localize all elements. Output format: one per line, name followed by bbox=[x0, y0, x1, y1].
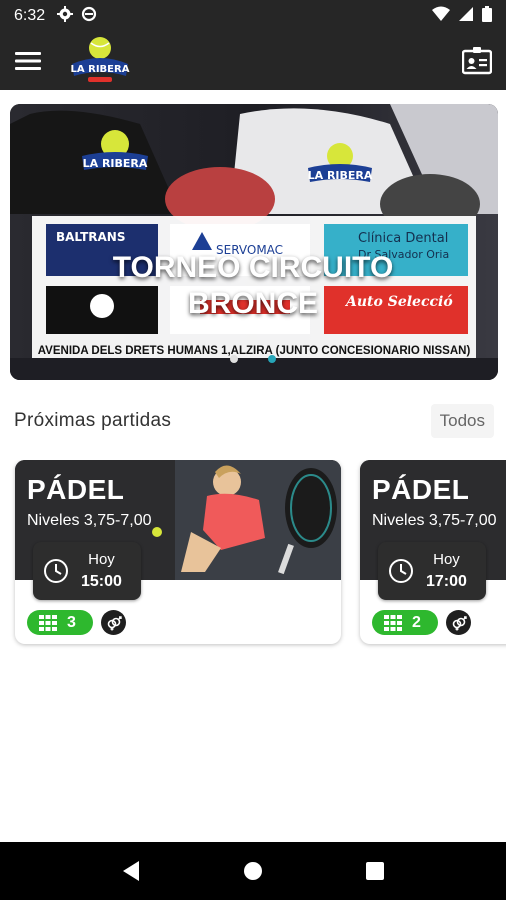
courts-badge: 2 bbox=[372, 610, 438, 635]
nav-recents-button[interactable] bbox=[355, 851, 395, 891]
app-bar: LA RIBERA bbox=[0, 32, 506, 90]
match-levels: Niveles 3,75-7,00 bbox=[27, 512, 152, 529]
nav-back-button[interactable] bbox=[111, 851, 151, 891]
home-icon bbox=[244, 862, 262, 880]
match-card[interactable]: PÁDEL Niveles 3,75-7,00 Hoy 15:00 3 bbox=[15, 460, 341, 644]
back-icon bbox=[123, 861, 139, 881]
upcoming-matches-header: Próximas partidas Todos bbox=[14, 404, 494, 438]
banner-title: TORNEO CIRCUITO BRONCE bbox=[0, 250, 506, 322]
sponsor-clinica: Clínica Dental bbox=[358, 231, 448, 246]
match-time-box: Hoy 17:00 bbox=[378, 542, 486, 600]
hamburger-menu-icon bbox=[15, 52, 41, 70]
promo-banner[interactable]: LA RIBERA LA RIBERA BALTRANS SERVOMAC Cl… bbox=[10, 104, 498, 380]
banner-title-line2: BRONCE bbox=[187, 287, 318, 320]
wifi-icon bbox=[432, 6, 450, 27]
data-saver-icon bbox=[81, 6, 97, 27]
id-card-icon bbox=[462, 47, 492, 75]
grid-icon bbox=[39, 614, 57, 631]
mixed-gender-icon bbox=[446, 610, 471, 635]
system-nav-bar bbox=[0, 842, 506, 900]
status-bar: 6:32 bbox=[0, 0, 506, 32]
menu-button[interactable] bbox=[12, 45, 44, 77]
match-sport: PÁDEL bbox=[27, 474, 125, 505]
gear-icon bbox=[57, 5, 74, 27]
courts-badge: 3 bbox=[27, 610, 93, 635]
courts-count: 3 bbox=[67, 613, 76, 631]
grid-icon bbox=[384, 614, 402, 631]
shirt-logo-text-2: LA RIBERA bbox=[308, 169, 373, 182]
app-logo[interactable]: LA RIBERA bbox=[64, 34, 136, 88]
shirt-logo-text: LA RIBERA bbox=[83, 157, 148, 170]
matches-carousel[interactable]: PÁDEL Niveles 3,75-7,00 Hoy 15:00 3 PÁDE… bbox=[0, 460, 506, 650]
view-all-button[interactable]: Todos bbox=[430, 404, 494, 438]
clock-icon bbox=[389, 559, 413, 583]
match-hour: 15:00 bbox=[81, 573, 122, 590]
carousel-dot-2-active[interactable] bbox=[268, 355, 276, 363]
match-sport: PÁDEL bbox=[372, 474, 470, 505]
mixed-gender-icon bbox=[101, 610, 126, 635]
banner-image: LA RIBERA LA RIBERA BALTRANS SERVOMAC Cl… bbox=[10, 104, 498, 380]
match-day: Hoy bbox=[88, 551, 115, 568]
match-levels: Niveles 3,75-7,00 bbox=[372, 512, 497, 529]
clock-icon bbox=[44, 559, 68, 583]
carousel-dot-1[interactable] bbox=[230, 355, 238, 363]
battery-icon bbox=[482, 5, 492, 27]
courts-count: 2 bbox=[412, 613, 421, 631]
nav-home-button[interactable] bbox=[233, 851, 273, 891]
signal-icon bbox=[458, 6, 474, 27]
match-time-box: Hoy 15:00 bbox=[33, 542, 141, 600]
carousel-dots bbox=[0, 355, 506, 363]
recents-icon bbox=[366, 862, 384, 880]
logo-text: LA RIBERA bbox=[71, 64, 130, 75]
status-time: 6:32 bbox=[14, 7, 46, 24]
match-day: Hoy bbox=[433, 551, 460, 568]
section-title: Próximas partidas bbox=[14, 410, 172, 431]
banner-title-line1: TORNEO CIRCUITO bbox=[112, 251, 394, 284]
profile-card-button[interactable] bbox=[460, 44, 494, 78]
sponsor-baltrans: BALTRANS bbox=[56, 230, 126, 244]
match-card[interactable]: PÁDEL Niveles 3,75-7,00 Hoy 17:00 2 bbox=[360, 460, 506, 644]
match-hour: 17:00 bbox=[426, 573, 467, 590]
